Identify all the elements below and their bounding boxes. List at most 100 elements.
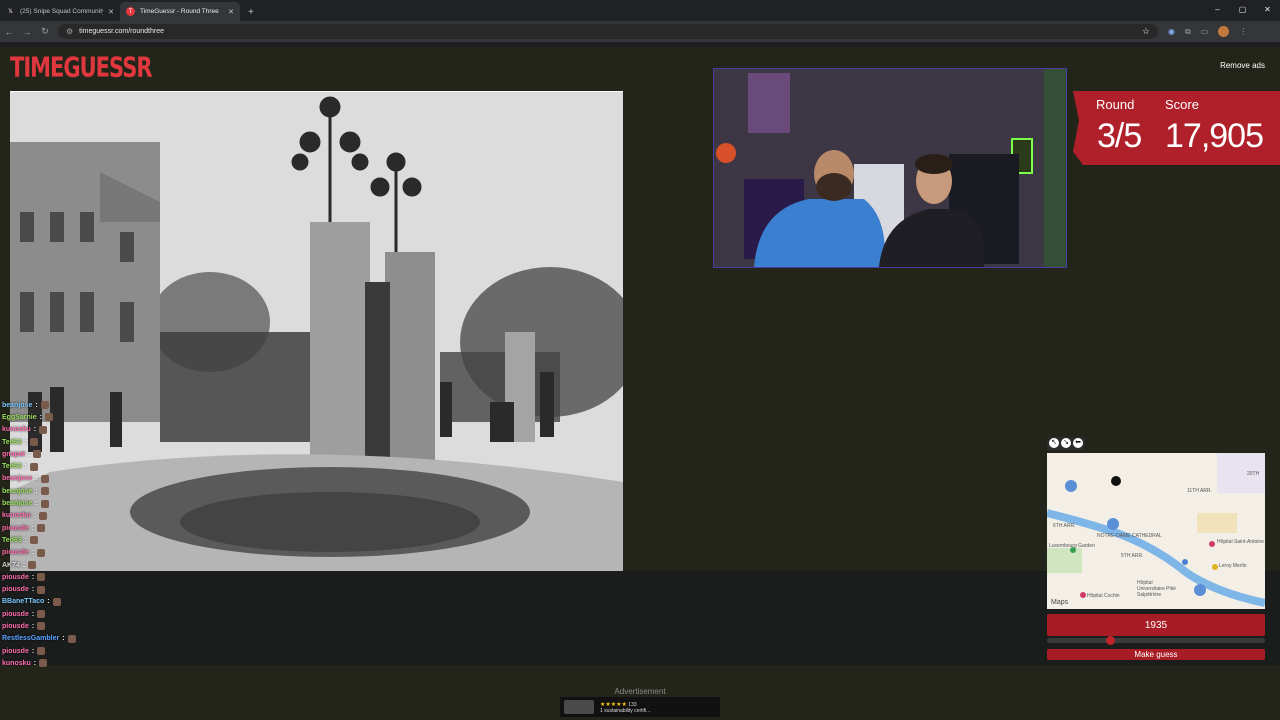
- chat-message: RestlessGambler:: [2, 633, 122, 645]
- chat-separator: :: [31, 610, 35, 618]
- emote-icon: [39, 425, 48, 434]
- map-collapse-icon[interactable]: ↖: [1049, 438, 1059, 448]
- webcam-overlay: [713, 68, 1067, 268]
- chat-separator: :: [24, 463, 28, 471]
- webcam-illustration: [714, 69, 1066, 267]
- chat-separator: :: [31, 573, 35, 581]
- url-text: timeguessr.com/roundthree: [79, 28, 164, 35]
- chat-username: beanjose: [2, 401, 33, 409]
- chat-username: piousde: [2, 573, 29, 581]
- emote-icon: [37, 585, 46, 594]
- chat-message: kunosku:: [2, 510, 122, 522]
- chat-separator: :: [35, 500, 38, 508]
- map-label: 11TH ARR.: [1187, 488, 1212, 494]
- chat-username: piousde: [2, 524, 29, 532]
- chat-message: piousde:: [2, 620, 122, 632]
- chat-separator: :: [47, 598, 50, 606]
- audio-icon[interactable]: ◉: [1168, 27, 1175, 36]
- chat-username: piousde: [2, 647, 29, 655]
- avatar[interactable]: [1218, 26, 1230, 37]
- chat-message: beanjose:: [2, 485, 122, 497]
- timeguessr-icon: T: [126, 7, 135, 16]
- emote-icon: [37, 548, 46, 557]
- chat-separator: :: [31, 524, 35, 532]
- emote-icon: [39, 659, 48, 668]
- chat-separator: :: [39, 413, 42, 421]
- bookmark-star-icon[interactable]: ☆: [1142, 26, 1150, 37]
- close-icon[interactable]: ✕: [108, 8, 114, 16]
- chat-username: kunosku: [2, 512, 31, 520]
- address-bar[interactable]: ⚙ timeguessr.com/roundthree ☆: [58, 24, 1158, 39]
- restore-button[interactable]: ▢: [1230, 0, 1255, 21]
- emote-icon: [37, 524, 46, 533]
- map-label: Hôpital Universitaire Pitié Salpêtrière: [1137, 580, 1176, 598]
- chat-username: BBaneTTaco: [2, 598, 45, 606]
- chat-username: Ted63: [2, 438, 22, 446]
- map-pin-icon[interactable]: ⬅: [1073, 438, 1083, 448]
- score-panel: Round Score 3/5 17,905: [1073, 91, 1280, 165]
- emote-icon: [40, 401, 49, 410]
- chat-separator: :: [31, 622, 35, 630]
- advertisement-label: Advertisement: [614, 687, 666, 696]
- chat-message: Ted63:: [2, 436, 122, 448]
- emote-icon: [44, 413, 53, 422]
- chat-username: kunosku: [2, 659, 31, 667]
- tab-snipe-squad[interactable]: 𝕏 (25) Snipe Squad Community / ✕: [0, 2, 120, 21]
- guess-map[interactable]: 11TH ARR. 6TH ARR. NOTRE-DAME CATHEDRAL …: [1047, 453, 1265, 609]
- remove-ads-link[interactable]: Remove ads: [1220, 61, 1265, 70]
- guess-map-widget: ↖ ↘ ⬅ 11TH ARR. 6TH ARR. NOTRE-DAME CATH…: [1047, 437, 1265, 609]
- chat-separator: :: [33, 659, 37, 667]
- chat-separator: :: [27, 450, 31, 458]
- chat-separator: :: [33, 512, 37, 520]
- chat-message: piousde:: [2, 645, 122, 657]
- reload-icon[interactable]: ↻: [36, 26, 54, 37]
- tab-bar: 𝕏 (25) Snipe Squad Community / ✕ T TimeG…: [0, 0, 1280, 21]
- chat-message: piousde:: [2, 583, 122, 595]
- make-guess-button[interactable]: Make guess: [1047, 649, 1265, 660]
- chat-message: beanjose:: [2, 399, 122, 411]
- tab-timeguessr[interactable]: T TimeGuessr - Round Three ✕: [120, 2, 240, 21]
- forward-icon[interactable]: →: [18, 27, 36, 37]
- minimize-button[interactable]: –: [1205, 0, 1230, 21]
- tab-title: TimeGuessr - Round Three: [140, 8, 219, 15]
- emote-icon: [30, 462, 39, 471]
- close-window-button[interactable]: ✕: [1255, 0, 1280, 21]
- map-label: 5TH ARR.: [1121, 553, 1144, 559]
- year-slider[interactable]: [1047, 636, 1265, 645]
- round-label: Round: [1096, 97, 1135, 112]
- chat-message: Ted63:: [2, 534, 122, 546]
- extensions-icon[interactable]: ⧉: [1185, 27, 1191, 37]
- map-tools: ↖ ↘ ⬅: [1047, 437, 1085, 450]
- chat-separator: :: [31, 549, 35, 557]
- map-label: Hôpital Saint-Antoine: [1217, 539, 1264, 545]
- chat-message: EggSarnie:: [2, 411, 122, 423]
- site-info-icon[interactable]: ⚙: [66, 27, 73, 36]
- toolbar: ← → ↻ ⚙ timeguessr.com/roundthree ☆ ◉ ⧉ …: [0, 21, 1280, 42]
- ad-image: [564, 700, 594, 714]
- score-label: Score: [1165, 97, 1199, 112]
- chat-overlay: beanjose: EggSarnie: kunosku: Ted63: gnapat:…: [2, 399, 122, 670]
- back-icon[interactable]: ←: [0, 27, 18, 37]
- advertisement-banner[interactable]: ★★★★★ 133 1 sustainability certifi...: [560, 697, 720, 717]
- chat-message: piousde:: [2, 547, 122, 559]
- year-display: 1935: [1047, 614, 1265, 636]
- emote-icon: [28, 561, 37, 569]
- sidepanel-icon[interactable]: ▭: [1201, 27, 1209, 36]
- chat-separator: :: [24, 438, 28, 446]
- chat-message: Ted63:: [2, 460, 122, 472]
- map-expand-icon[interactable]: ↘: [1061, 438, 1071, 448]
- chat-message: piousde:: [2, 522, 122, 534]
- chat-username: piousde: [2, 622, 29, 630]
- chat-separator: :: [35, 487, 38, 495]
- chat-username: piousde: [2, 549, 29, 557]
- year-slider-thumb[interactable]: [1105, 636, 1115, 645]
- chat-separator: :: [31, 586, 35, 594]
- emote-icon: [37, 573, 46, 582]
- close-icon[interactable]: ✕: [228, 8, 234, 16]
- menu-icon[interactable]: ⋮: [1239, 27, 1247, 36]
- new-tab-button[interactable]: +: [240, 7, 262, 21]
- emote-icon: [37, 610, 46, 619]
- logo[interactable]: TIMEGUESSR: [10, 52, 152, 83]
- apple-maps-logo: Maps: [1051, 599, 1069, 606]
- map-label: 6TH ARR.: [1053, 523, 1076, 529]
